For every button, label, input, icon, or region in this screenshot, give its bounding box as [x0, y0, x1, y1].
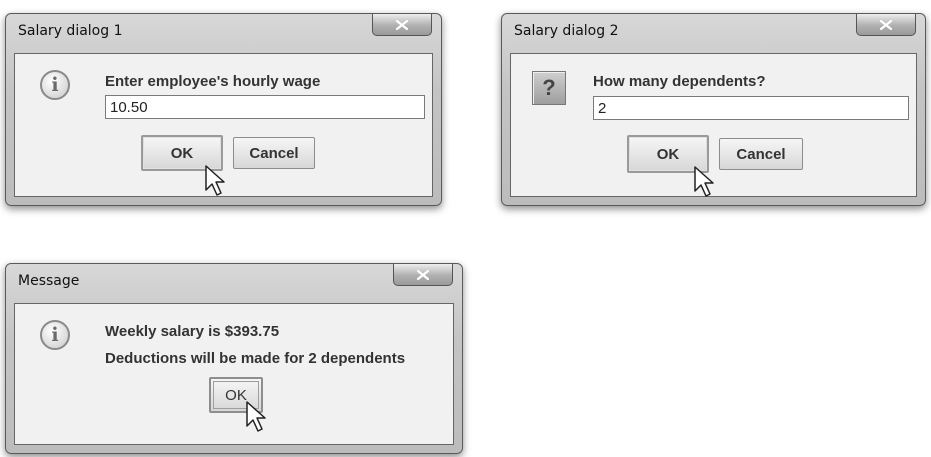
salary-dialog-1: Salary dialog 1 i Enter employee's hourl… [5, 13, 442, 206]
close-button[interactable] [372, 14, 432, 36]
cancel-button[interactable]: Cancel [719, 138, 803, 170]
mouse-pointer-icon [694, 166, 714, 197]
hourly-wage-input[interactable] [105, 95, 425, 119]
dialog-content: i Weekly salary is $393.75 Deductions wi… [14, 303, 454, 445]
salary-dialog-2: Salary dialog 2 ? How many dependents? O… [501, 13, 926, 206]
dependents-input[interactable] [593, 96, 909, 120]
info-icon: i [40, 70, 70, 100]
mouse-pointer-icon [246, 401, 266, 432]
mouse-pointer-icon [205, 165, 225, 196]
message-dialog: Message i Weekly salary is $393.75 Deduc… [5, 263, 463, 454]
info-icon: i [40, 320, 70, 350]
title-bar[interactable]: Message [6, 264, 462, 300]
dialog-title: Message [18, 273, 80, 289]
close-icon [880, 19, 892, 30]
dialog-content: i Enter employee's hourly wage OK Cancel [14, 53, 433, 197]
close-icon [396, 19, 408, 30]
close-button[interactable] [856, 14, 916, 36]
message-line-deductions: Deductions will be made for 2 dependents [105, 350, 406, 367]
close-button[interactable] [393, 264, 453, 286]
cancel-button[interactable]: Cancel [233, 137, 315, 169]
dialog-content: ? How many dependents? OK Cancel [510, 53, 917, 197]
close-icon [417, 269, 429, 280]
title-bar[interactable]: Salary dialog 2 [502, 14, 925, 50]
dialog-title: Salary dialog 2 [514, 23, 619, 39]
prompt-label: Enter employee's hourly wage [105, 73, 321, 90]
prompt-label: How many dependents? [593, 73, 766, 90]
question-icon: ? [532, 71, 566, 105]
message-line-salary: Weekly salary is $393.75 [105, 323, 280, 340]
dialog-title: Salary dialog 1 [18, 23, 123, 39]
title-bar[interactable]: Salary dialog 1 [6, 14, 441, 50]
